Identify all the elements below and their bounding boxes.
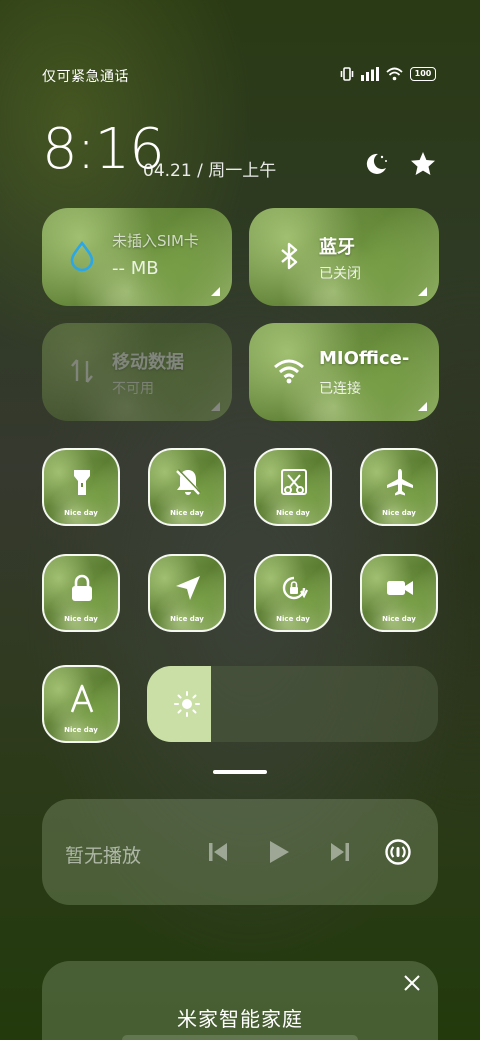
smart-home-subtitle-placeholder xyxy=(122,1035,358,1040)
bluetooth-tile[interactable]: 蓝牙 已关闭 xyxy=(249,208,439,306)
toggle-label: Nice day xyxy=(64,509,98,517)
sun-icon xyxy=(174,691,200,717)
scissors-screenshot-icon xyxy=(281,469,307,495)
media-player-card: 暂无播放 xyxy=(42,799,438,905)
next-track-icon[interactable] xyxy=(325,837,355,867)
data-usage-value: -- MB xyxy=(112,258,159,279)
bell-off-icon xyxy=(176,469,202,495)
toggle-label: Nice day xyxy=(382,615,416,623)
expand-corner-icon xyxy=(211,287,220,296)
favorite-star-icon[interactable] xyxy=(409,150,437,178)
lock-toggle[interactable]: Nice day xyxy=(42,554,120,632)
status-icons: 100 xyxy=(340,67,436,81)
font-a-icon xyxy=(70,684,94,713)
data-usage-tile[interactable]: 未插入SIM卡 -- MB xyxy=(42,208,232,306)
screen-recorder-toggle[interactable]: Nice day xyxy=(360,554,438,632)
wifi-icon xyxy=(274,359,304,384)
lock-icon xyxy=(72,574,92,601)
brightness-slider[interactable] xyxy=(147,666,438,742)
media-status-text: 暂无播放 xyxy=(65,845,142,867)
airplane-icon xyxy=(387,469,413,496)
toggle-label: Nice day xyxy=(170,615,204,623)
video-camera-icon xyxy=(387,581,413,595)
water-drop-icon xyxy=(70,240,94,272)
wifi-status: 已连接 xyxy=(319,381,361,397)
close-icon[interactable] xyxy=(402,973,422,993)
data-usage-title: 未插入SIM卡 xyxy=(112,232,199,250)
status-bar: 仅可紧急通话 100 xyxy=(0,64,480,88)
smart-home-title: 米家智能家庭 xyxy=(177,1007,303,1031)
do-not-disturb-icon[interactable] xyxy=(362,150,390,178)
airplane-toggle[interactable]: Nice day xyxy=(360,448,438,526)
mobile-data-status: 不可用 xyxy=(112,381,154,397)
screenshot-toggle[interactable]: Nice day xyxy=(254,448,332,526)
rotation-lock-icon xyxy=(282,576,308,600)
bluetooth-title: 蓝牙 xyxy=(319,237,355,258)
font-size-toggle[interactable]: Nice day xyxy=(42,665,120,743)
mobile-data-tile[interactable]: 移动数据 不可用 xyxy=(42,323,232,421)
carrier-label: 仅可紧急通话 xyxy=(42,69,129,85)
audio-output-icon[interactable] xyxy=(383,837,413,867)
mobile-data-arrows-icon xyxy=(71,359,93,383)
drag-handle[interactable] xyxy=(213,770,267,774)
toggle-label: Nice day xyxy=(64,726,98,734)
flashlight-icon xyxy=(74,470,90,495)
toggle-label: Nice day xyxy=(382,509,416,517)
expand-corner-icon xyxy=(418,402,427,411)
bluetooth-icon xyxy=(281,242,298,270)
location-arrow-icon xyxy=(176,576,200,600)
signal-icon xyxy=(361,67,379,81)
silent-toggle[interactable]: Nice day xyxy=(148,448,226,526)
flashlight-toggle[interactable]: Nice day xyxy=(42,448,120,526)
vibrate-icon xyxy=(340,67,354,81)
wifi-status-icon xyxy=(386,67,403,81)
clock-date: 04.21 / 周一上午 xyxy=(143,161,277,181)
expand-corner-icon xyxy=(418,287,427,296)
smart-home-card[interactable]: 米家智能家庭 xyxy=(42,961,438,1040)
toggle-label: Nice day xyxy=(276,615,310,623)
expand-corner-icon xyxy=(211,402,220,411)
wifi-tile[interactable]: MIOffice- 已连接 xyxy=(249,323,439,421)
previous-track-icon[interactable] xyxy=(203,837,233,867)
play-icon[interactable] xyxy=(263,837,293,867)
mobile-data-title: 移动数据 xyxy=(112,352,184,373)
battery-icon: 100 xyxy=(410,67,436,81)
wifi-title: MIOffice- xyxy=(319,348,410,369)
rotation-lock-toggle[interactable]: Nice day xyxy=(254,554,332,632)
toggle-label: Nice day xyxy=(64,615,98,623)
bluetooth-status: 已关闭 xyxy=(319,266,361,282)
toggle-label: Nice day xyxy=(170,509,204,517)
toggle-label: Nice day xyxy=(276,509,310,517)
location-toggle[interactable]: Nice day xyxy=(148,554,226,632)
